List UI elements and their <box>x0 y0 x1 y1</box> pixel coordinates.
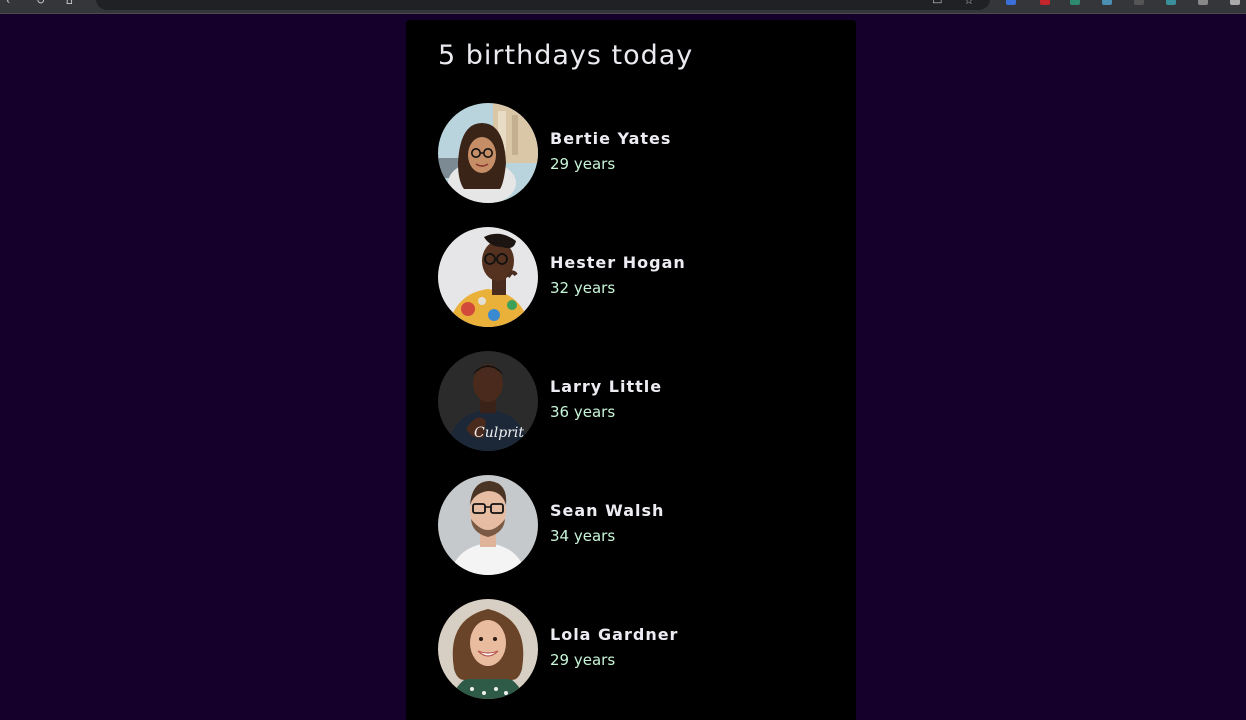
back-icon[interactable]: ‹ <box>6 0 18 6</box>
extension-icon[interactable] <box>1040 0 1050 5</box>
profile-icon[interactable] <box>1230 0 1240 5</box>
home-icon[interactable]: ⌂ <box>66 0 78 6</box>
avatar: Culprit <box>438 351 538 451</box>
avatar <box>438 227 538 327</box>
page-title: 5 birthdays today <box>438 40 694 71</box>
extension-icon[interactable] <box>1102 0 1112 5</box>
woman-with-glasses-avatar-icon <box>438 103 538 203</box>
person-name: Larry Little <box>550 377 663 396</box>
person-age: 29 years <box>550 155 616 173</box>
man-with-glasses-avatar-icon <box>438 475 538 575</box>
extensions-puzzle-icon[interactable] <box>1198 0 1208 5</box>
address-bar[interactable] <box>96 0 990 10</box>
shirt-text: Culprit <box>474 425 524 441</box>
woman-with-braids-avatar-icon <box>438 227 538 327</box>
person-age: 32 years <box>550 279 616 297</box>
reload-icon[interactable]: ↻ <box>36 0 48 6</box>
extension-icon[interactable] <box>1070 0 1080 5</box>
person-name: Bertie Yates <box>550 129 672 148</box>
person-name: Hester Hogan <box>550 253 686 272</box>
man-dark-shirt-avatar-icon: Culprit <box>438 351 538 451</box>
extension-icon[interactable] <box>1134 0 1144 5</box>
avatar <box>438 103 538 203</box>
extension-icon[interactable] <box>1166 0 1176 5</box>
avatar <box>438 475 538 575</box>
person-name: Sean Walsh <box>550 501 665 520</box>
person-item: Culprit Larry Little 36 years <box>438 351 818 451</box>
browser-toolbar: ‹ ↻ ⌂ ▭ ☆ <box>0 0 1246 14</box>
avatar <box>438 599 538 699</box>
person-item: Sean Walsh 34 years <box>438 475 818 575</box>
person-item: Lola Gardner 29 years <box>438 599 818 699</box>
birthday-card: 5 birthdays today Bertie Yates 29 years <box>406 20 856 720</box>
install-icon[interactable]: ▭ <box>932 0 944 6</box>
person-item: Hester Hogan 32 years <box>438 227 818 327</box>
person-age: 29 years <box>550 651 616 669</box>
person-name: Lola Gardner <box>550 625 679 644</box>
bookmark-star-icon[interactable]: ☆ <box>964 0 976 6</box>
person-age: 36 years <box>550 403 616 421</box>
person-age: 34 years <box>550 527 616 545</box>
woman-curly-hair-avatar-icon <box>438 599 538 699</box>
person-item: Bertie Yates 29 years <box>438 103 818 203</box>
extension-icon[interactable] <box>1006 0 1016 5</box>
